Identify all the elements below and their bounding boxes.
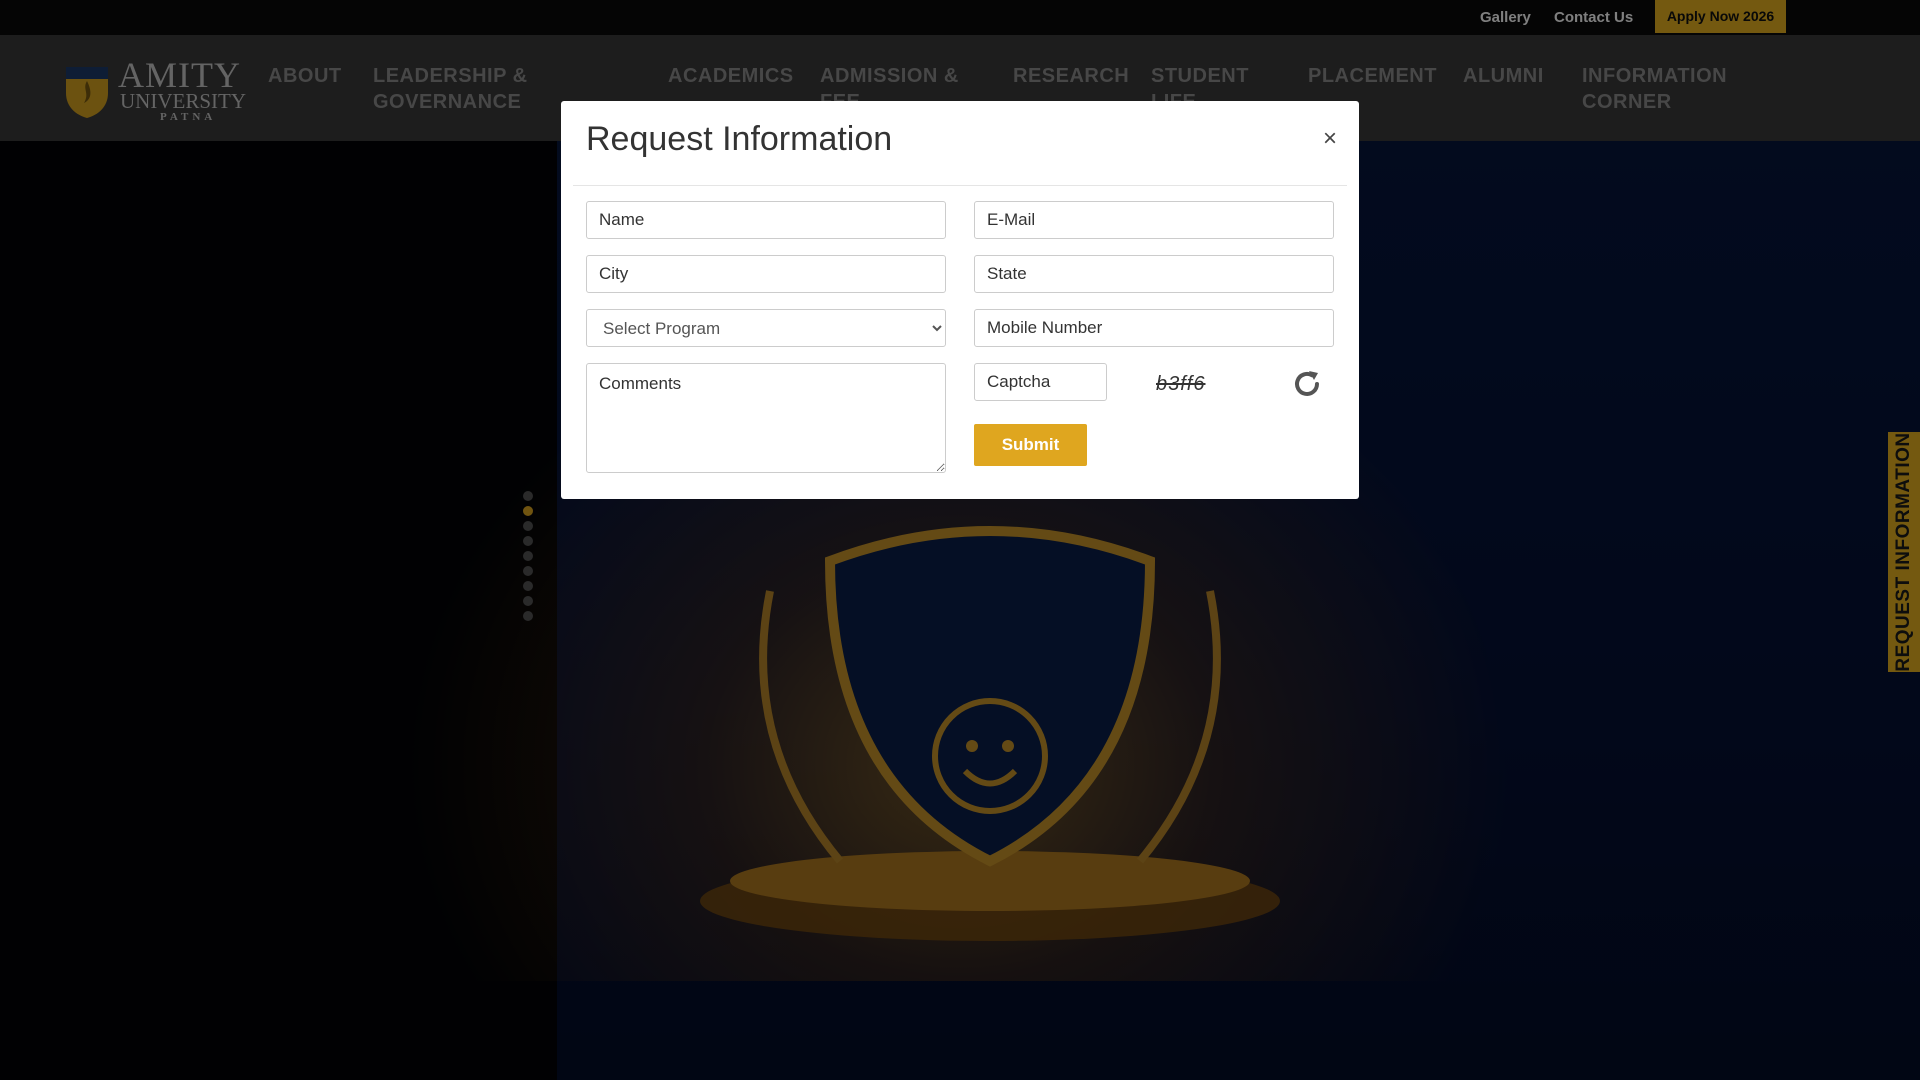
- program-select[interactable]: Select Program: [586, 309, 946, 347]
- email-field[interactable]: [974, 201, 1334, 239]
- refresh-icon[interactable]: [1291, 368, 1323, 400]
- captcha-field[interactable]: [974, 363, 1107, 401]
- name-field[interactable]: [586, 201, 946, 239]
- captcha-code: b3ff6: [1156, 373, 1206, 395]
- mobile-number-field[interactable]: [974, 309, 1334, 347]
- comments-field[interactable]: [586, 363, 946, 473]
- modal-title: Request Information: [586, 120, 893, 158]
- submit-button[interactable]: Submit: [974, 424, 1087, 466]
- city-field[interactable]: [586, 255, 946, 293]
- close-icon[interactable]: ×: [1318, 127, 1342, 151]
- request-information-modal: Request Information × Select Program b3f…: [561, 101, 1359, 499]
- state-field[interactable]: [974, 255, 1334, 293]
- modal-divider: [573, 185, 1347, 186]
